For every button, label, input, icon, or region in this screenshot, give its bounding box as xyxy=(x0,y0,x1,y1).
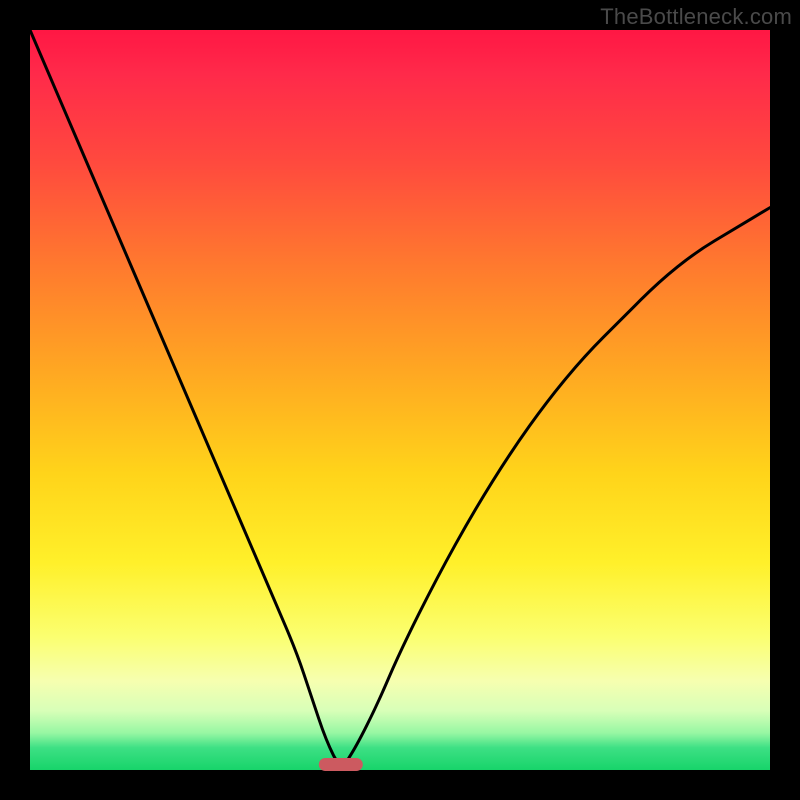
watermark-text: TheBottleneck.com xyxy=(600,4,792,30)
bottleneck-curve xyxy=(30,30,770,770)
plot-area xyxy=(30,30,770,770)
chart-frame: TheBottleneck.com xyxy=(0,0,800,800)
optimum-marker xyxy=(319,758,363,771)
